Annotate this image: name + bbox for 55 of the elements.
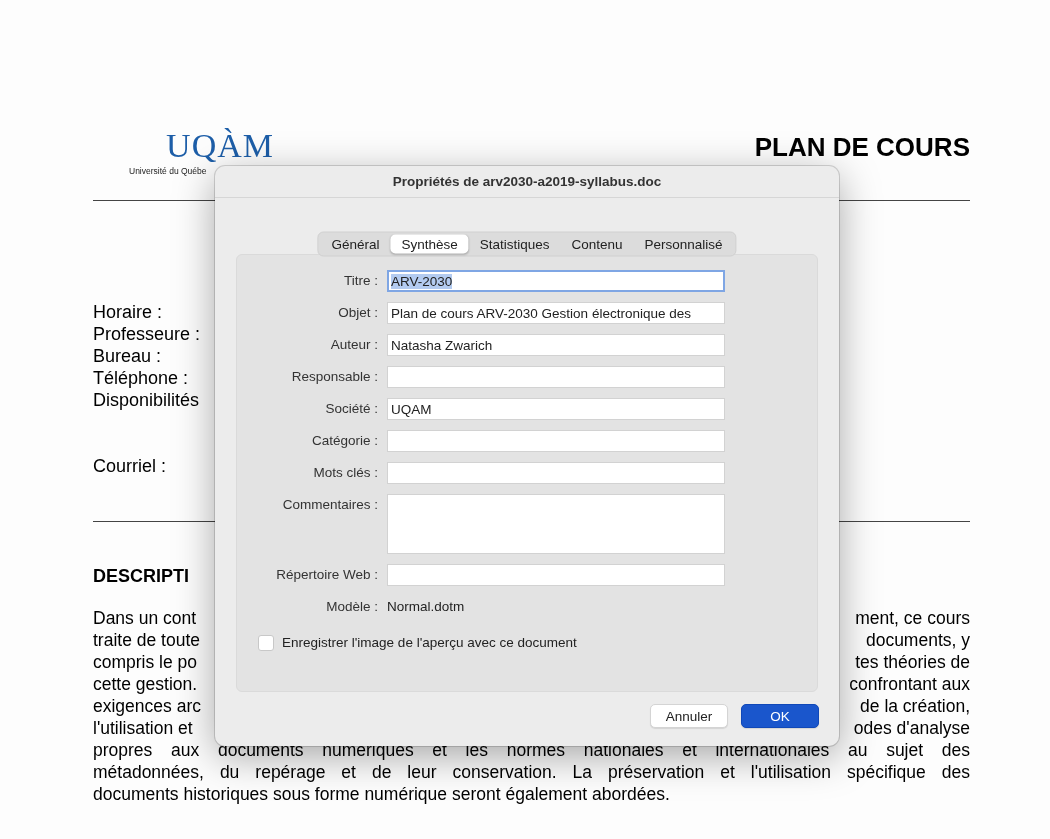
tab[interactable]: Contenu xyxy=(560,234,634,254)
body-text: documents, y xyxy=(865,629,970,651)
field-label: Commentaires : xyxy=(281,496,379,514)
tab[interactable]: Synthèse xyxy=(390,234,469,254)
field-label: Responsable : xyxy=(290,368,379,386)
body-text: Dans un cont xyxy=(93,607,197,629)
body-text: métadonnées, du repérage et de leur conservation. La préservation et l'utilisation spécifique des xyxy=(93,761,970,783)
info-label: Professeure : xyxy=(93,323,201,345)
ok-button[interactable]: OK xyxy=(741,704,819,728)
field-label: Titre : xyxy=(343,272,379,290)
info-label: Bureau : xyxy=(93,345,162,367)
text-field[interactable] xyxy=(387,564,725,586)
cancel-button[interactable]: Annuler xyxy=(650,704,728,728)
section-heading: DESCRIPTI xyxy=(93,566,189,587)
body-text: tes théories de xyxy=(855,651,970,673)
body-text: propres aux documents numériques et les normes nationales et internationales au sujet des xyxy=(93,739,970,761)
text-field[interactable]: UQAM xyxy=(387,398,725,420)
field-label: Société : xyxy=(324,400,379,418)
field-label: Objet : xyxy=(337,304,379,322)
logo-subtitle: Université du Québe xyxy=(129,166,207,176)
logo-wordmark: UQÀM xyxy=(166,128,274,164)
info-label: Téléphone : xyxy=(93,367,189,389)
text-field[interactable] xyxy=(387,462,725,484)
document-title: PLAN DE COURS xyxy=(754,132,970,163)
field-label: Catégorie : xyxy=(310,432,379,450)
field-label: Modèle : xyxy=(325,598,379,616)
body-text: documents historiques sous forme numérique seront également abordées. xyxy=(93,783,671,805)
text-field[interactable]: Plan de cours ARV-2030 Gestion électronique des xyxy=(387,302,725,324)
body-text: compris le po xyxy=(93,651,198,673)
body-text: cette gestion. xyxy=(93,673,198,695)
field-label: Répertoire Web : xyxy=(275,566,379,584)
info-label: Courriel : xyxy=(93,455,167,477)
field-label: Mots clés : xyxy=(312,464,379,482)
field-label: Auteur : xyxy=(329,336,379,354)
body-text: exigences arc xyxy=(93,695,201,717)
checkbox-label: Enregistrer l'image de l'aperçu avec ce document xyxy=(282,634,577,652)
comments-field[interactable] xyxy=(387,494,725,554)
info-label: Disponibilités xyxy=(93,389,200,411)
text-field[interactable]: ARV-2030 xyxy=(387,270,725,292)
dialog-title: Propriétés de arv2030-a2019-syllabus.doc xyxy=(392,174,662,189)
tab[interactable]: Personnalisé xyxy=(633,234,734,254)
body-text: odes d'analyse xyxy=(853,717,970,739)
info-label: Horaire : xyxy=(93,301,163,323)
body-text: ment, ce cours xyxy=(855,607,970,629)
text-field[interactable]: Natasha Zwarich xyxy=(387,334,725,356)
tab[interactable]: Statistiques xyxy=(468,234,561,254)
body-text: de la création, xyxy=(860,695,970,717)
checkbox[interactable] xyxy=(258,635,274,651)
template-value: Normal.dotm xyxy=(387,598,465,616)
body-text: l'utilisation et xyxy=(93,717,193,739)
body-text: traite de toute xyxy=(93,629,201,651)
text-field[interactable] xyxy=(387,366,725,388)
text-field[interactable] xyxy=(387,430,725,452)
tab[interactable]: Général xyxy=(320,234,391,254)
body-text: confrontant aux xyxy=(849,673,970,695)
